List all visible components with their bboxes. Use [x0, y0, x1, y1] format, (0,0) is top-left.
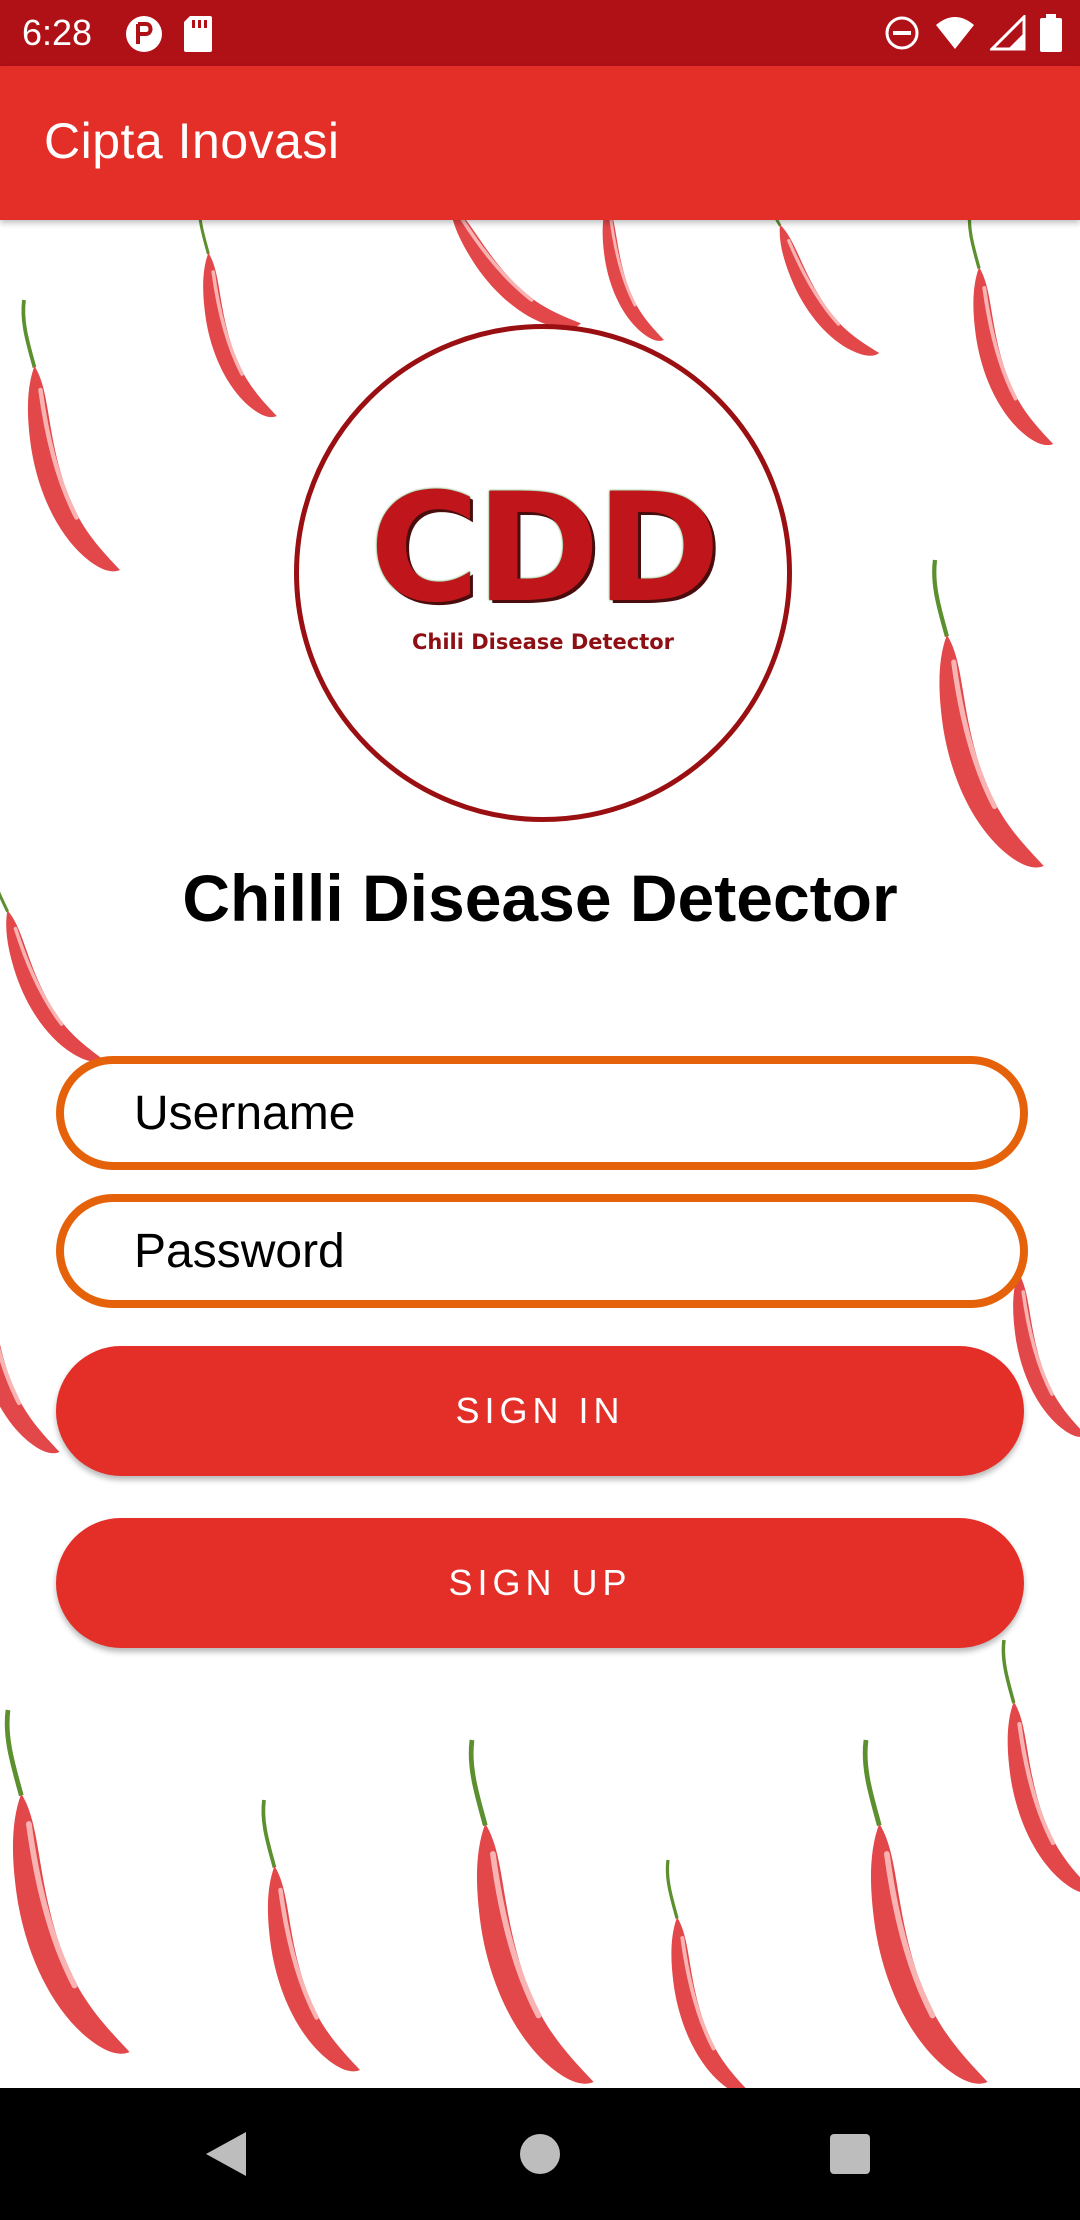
sign-up-button[interactable]: SIGN UP: [56, 1518, 1024, 1648]
do-not-disturb-icon: [885, 16, 919, 50]
status-time: 6:28: [22, 12, 93, 53]
status-notification-icons: [124, 14, 214, 54]
app-title: Cipta Inovasi: [44, 113, 340, 169]
logo-text: CDD: [369, 462, 720, 636]
home-icon[interactable]: [520, 2134, 560, 2174]
page-title: Chilli Disease Detector: [182, 861, 898, 935]
logo-subtitle: Chili Disease Detector: [411, 630, 675, 654]
app-bar: Cipta Inovasi: [0, 66, 1080, 220]
status-bar: 6:28: [0, 0, 1080, 66]
username-input[interactable]: [134, 1064, 994, 1162]
signal-icon: [990, 15, 1026, 51]
status-system-icons: [884, 14, 1062, 52]
wifi-icon: [936, 17, 974, 49]
password-field: [56, 1194, 1028, 1308]
cdd-logo: CDD Chili Disease Detector: [294, 324, 792, 822]
back-icon[interactable]: [206, 2132, 246, 2176]
password-input[interactable]: [134, 1202, 994, 1300]
sd-card-icon: [184, 16, 212, 52]
recents-icon[interactable]: [830, 2134, 870, 2174]
pocket-icon: [126, 16, 162, 52]
battery-icon: [1040, 14, 1062, 52]
username-field: [56, 1056, 1028, 1170]
system-navigation-bar: [0, 2088, 1080, 2220]
sign-in-button[interactable]: SIGN IN: [56, 1346, 1024, 1476]
